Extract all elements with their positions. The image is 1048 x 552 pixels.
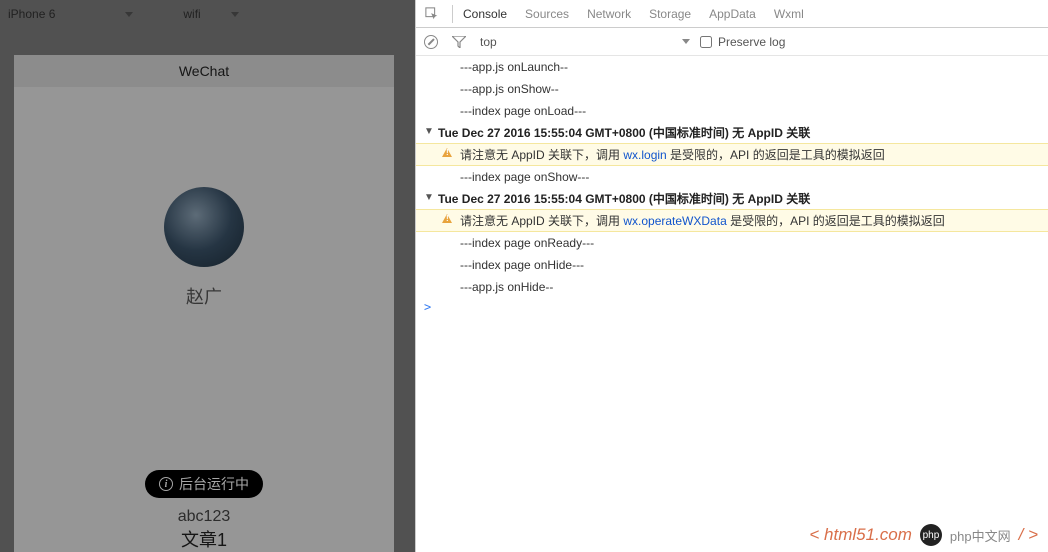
console-log-list[interactable]: ---app.js onLaunch-----app.js onShow----… — [416, 56, 1048, 552]
bottom-text-2: 文章1 — [178, 526, 231, 552]
bottom-text: abc123 文章1 — [178, 508, 231, 552]
chevron-down-icon — [231, 12, 239, 17]
app-content: 赵广 i 后台运行中 abc123 文章1 — [14, 87, 394, 552]
console-group-header[interactable]: Tue Dec 27 2016 15:55:04 GMT+0800 (中国标准时… — [416, 188, 1048, 209]
console-warning-line: 请注意无 AppID 关联下，调用 wx.operateWXData 是受限的，… — [416, 209, 1048, 232]
tab-wxml[interactable]: Wxml — [774, 7, 804, 21]
nickname: 赵广 — [186, 283, 222, 309]
console-filter-bar: top Preserve log — [416, 28, 1048, 56]
console-log-line: ---app.js onHide-- — [416, 276, 1048, 298]
filter-button[interactable] — [452, 36, 466, 48]
chevron-down-icon — [125, 12, 133, 17]
preserve-log-toggle[interactable]: Preserve log — [700, 35, 785, 49]
inspect-icon — [425, 7, 439, 21]
console-warning-line: 请注意无 AppID 关联下，调用 wx.login 是受限的，API 的返回是… — [416, 143, 1048, 166]
console-log-line: ---index page onLoad--- — [416, 100, 1048, 122]
background-running-badge: i 后台运行中 — [145, 470, 263, 498]
devtools-tabs: Console Sources Network Storage AppData … — [416, 0, 1048, 28]
tab-appdata[interactable]: AppData — [709, 7, 756, 21]
context-dropdown[interactable]: top — [480, 35, 690, 49]
filter-icon — [452, 36, 466, 48]
tab-network[interactable]: Network — [587, 7, 631, 21]
tab-sources[interactable]: Sources — [525, 7, 569, 21]
bg-running-label: 后台运行中 — [179, 474, 249, 494]
context-label: top — [480, 35, 497, 49]
network-label: wifi — [183, 7, 200, 21]
inspect-element-button[interactable] — [424, 6, 440, 22]
clear-console-button[interactable] — [424, 35, 438, 49]
simulator-toolbar: iPhone 6 wifi — [0, 0, 415, 28]
console-log-line: ---app.js onShow-- — [416, 78, 1048, 100]
console-log-line: ---index page onReady--- — [416, 232, 1048, 254]
console-group-header[interactable]: Tue Dec 27 2016 15:55:04 GMT+0800 (中国标准时… — [416, 122, 1048, 143]
app-title-bar: WeChat — [14, 55, 394, 87]
console-log-line: ---app.js onLaunch-- — [416, 56, 1048, 78]
network-dropdown[interactable]: wifi — [183, 7, 238, 21]
devtools-panel: Console Sources Network Storage AppData … — [415, 0, 1048, 552]
tab-console[interactable]: Console — [463, 7, 507, 21]
separator — [452, 5, 453, 23]
device-frame: WeChat 赵广 i 后台运行中 abc123 文章1 — [14, 55, 394, 552]
device-label: iPhone 6 — [8, 7, 55, 21]
avatar — [164, 187, 244, 267]
app-title: WeChat — [179, 63, 229, 79]
simulator-panel: iPhone 6 wifi WeChat 赵广 i 后台运行中 abc123 文… — [0, 0, 415, 552]
console-log-line: ---index page onShow--- — [416, 166, 1048, 188]
bottom-text-1: abc123 — [178, 508, 231, 526]
chevron-down-icon — [682, 39, 690, 44]
device-dropdown[interactable]: iPhone 6 — [8, 7, 133, 21]
preserve-log-checkbox[interactable] — [700, 36, 712, 48]
console-prompt[interactable]: > — [416, 298, 1048, 316]
console-log-line: ---index page onHide--- — [416, 254, 1048, 276]
tab-storage[interactable]: Storage — [649, 7, 691, 21]
preserve-log-label: Preserve log — [718, 35, 785, 49]
info-icon: i — [159, 477, 173, 491]
